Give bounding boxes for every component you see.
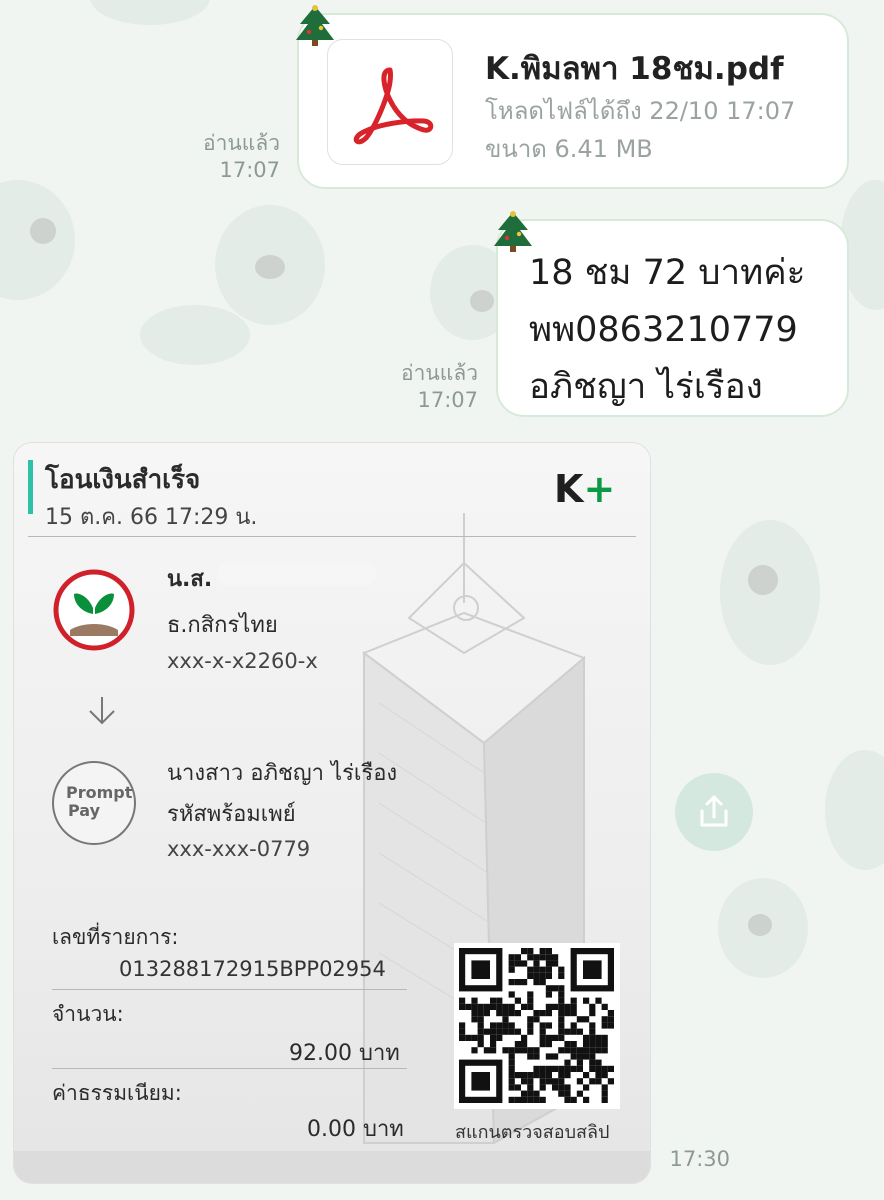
kplus-logo-plus: + bbox=[583, 467, 616, 511]
arrow-down-icon bbox=[89, 697, 115, 725]
amount-value: 92.00 บาท bbox=[289, 1041, 400, 1066]
share-button[interactable] bbox=[675, 773, 753, 851]
fee-label: ค่าธรรมเนียม: bbox=[52, 1081, 182, 1105]
file-size: ขนาด 6.41 MB bbox=[485, 135, 653, 163]
christmas-tree-icon bbox=[296, 5, 334, 46]
sender-account: xxx-x-x2260-x bbox=[167, 649, 318, 673]
receiver-method: รหัสพร้อมเพย์ bbox=[167, 802, 296, 827]
message-line: อภิชญา ไร่เรือง bbox=[529, 367, 763, 407]
slip-accent-bar bbox=[28, 460, 33, 514]
share-icon bbox=[700, 795, 728, 827]
qr-code[interactable] bbox=[454, 943, 620, 1109]
sender-name-redaction bbox=[217, 563, 377, 585]
detail-divider bbox=[52, 989, 407, 990]
message-line: 18 ชม 72 บาทค่ะ bbox=[529, 253, 806, 293]
qr-caption: สแกนตรวจสอบสลิป bbox=[455, 1122, 610, 1143]
qr-code-graphic bbox=[459, 948, 614, 1103]
slip-datetime: 15 ต.ค. 66 17:29 น. bbox=[45, 505, 258, 530]
reference-value: 013288172915BPP02954 bbox=[119, 957, 386, 981]
pdf-icon bbox=[353, 67, 434, 145]
kplus-logo: K+ bbox=[554, 467, 615, 511]
text-message-bubble[interactable]: 18 ชม 72 บาทค่ะ พพ0863210779 อภิชญา ไร่เ… bbox=[496, 219, 849, 417]
read-status: อ่านแล้ว bbox=[203, 131, 280, 155]
message-time: 17:07 bbox=[417, 388, 478, 412]
promptpay-logo-line2: Pay bbox=[68, 801, 101, 820]
message-line: พพ0863210779 bbox=[529, 310, 798, 350]
slip-header-divider bbox=[28, 536, 636, 537]
sender-name: น.ส. bbox=[167, 567, 213, 592]
message-time: 17:07 bbox=[219, 158, 280, 182]
file-download-expiry: โหลดไฟล์ได้ถึง 22/10 17:07 bbox=[485, 97, 796, 125]
file-message-bubble[interactable]: K.พิมลพา 18ชม.pdf โหลดไฟล์ได้ถึง 22/10 1… bbox=[297, 13, 849, 189]
promptpay-logo-line1: Prompt bbox=[66, 783, 133, 802]
receiver-name: นางสาว อภิชญา ไร่เรือง bbox=[167, 761, 398, 786]
transfer-slip-image[interactable]: โอนเงินสำเร็จ 15 ต.ค. 66 17:29 น. K+ น.ส… bbox=[14, 443, 650, 1183]
christmas-tree-icon bbox=[494, 211, 532, 252]
message-meta-2: อ่านแล้ว 17:07 bbox=[378, 360, 478, 414]
slip-title: โอนเงินสำเร็จ bbox=[45, 465, 201, 495]
slip-footer-band bbox=[14, 1151, 650, 1183]
kplus-logo-k: K bbox=[554, 467, 584, 511]
receiver-account: xxx-xxx-0779 bbox=[167, 837, 311, 861]
file-name: K.พิมลพา 18ชม.pdf bbox=[485, 51, 784, 87]
promptpay-logo-icon: Prompt Pay bbox=[52, 761, 136, 845]
reference-label: เลขที่รายการ: bbox=[52, 925, 179, 949]
sender-bank: ธ.กสิกรไทย bbox=[167, 613, 278, 638]
fee-value: 0.00 บาท bbox=[307, 1117, 404, 1142]
detail-divider bbox=[52, 1068, 407, 1069]
kbank-logo-icon bbox=[53, 569, 135, 651]
amount-label: จำนวน: bbox=[52, 1002, 124, 1026]
message-meta-1: อ่านแล้ว 17:07 bbox=[180, 130, 280, 184]
pdf-thumbnail[interactable] bbox=[327, 39, 453, 165]
image-message-time: 17:30 bbox=[669, 1147, 730, 1171]
read-status: อ่านแล้ว bbox=[401, 361, 478, 385]
